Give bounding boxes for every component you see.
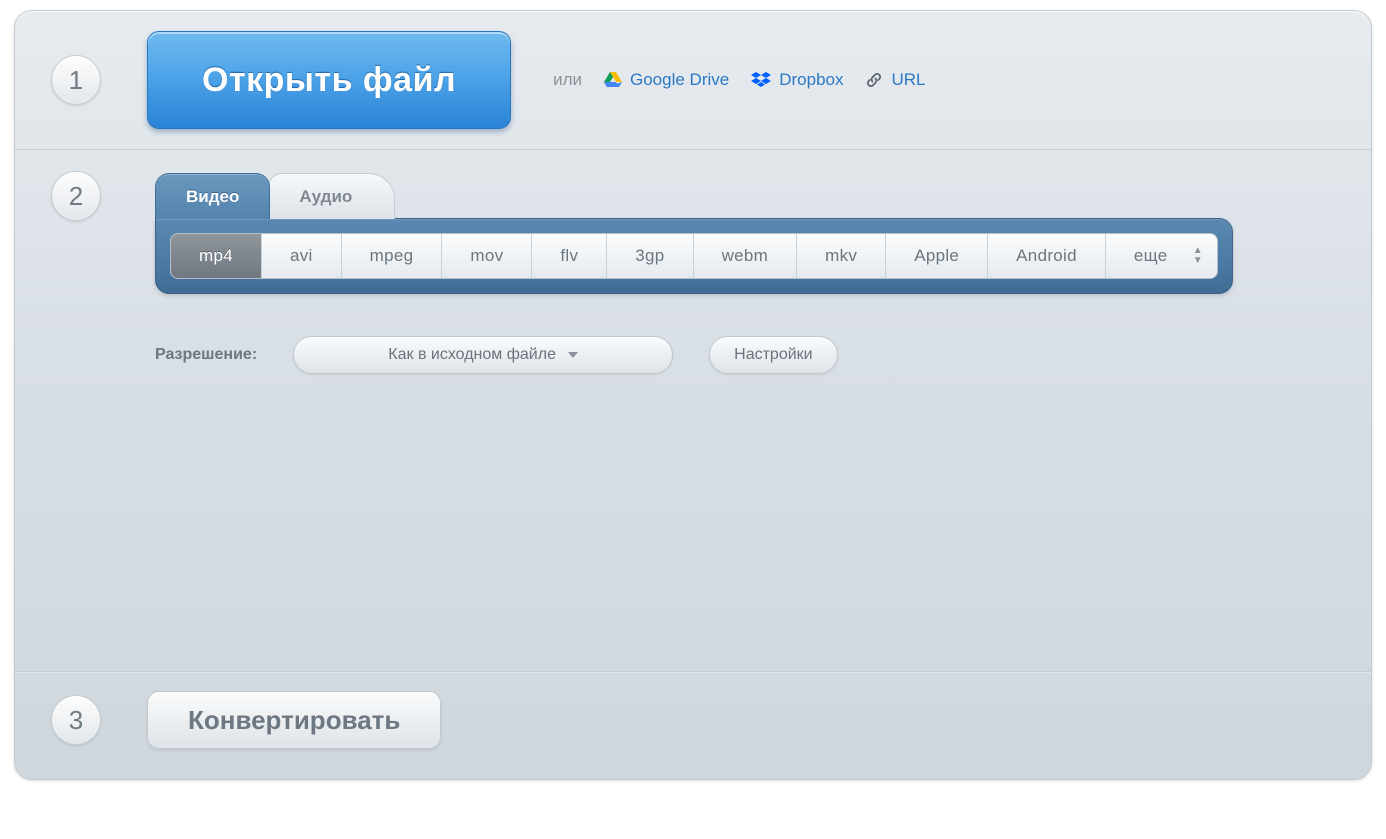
chevron-down-icon	[568, 352, 578, 358]
convert-button[interactable]: Конвертировать	[147, 691, 441, 749]
format-mkv[interactable]: mkv	[797, 234, 886, 278]
step-1-row: 1 Открыть файл или Google Drive	[15, 11, 1371, 149]
dropbox-link[interactable]: Dropbox	[751, 70, 843, 90]
convert-label: Конвертировать	[188, 705, 400, 736]
settings-label: Настройки	[734, 346, 812, 364]
google-drive-label: Google Drive	[630, 70, 729, 90]
link-icon	[865, 71, 883, 89]
open-file-label: Открыть файл	[202, 61, 456, 100]
format-avi[interactable]: avi	[262, 234, 342, 278]
google-drive-link[interactable]: Google Drive	[604, 70, 729, 90]
format-webm[interactable]: webm	[694, 234, 798, 278]
url-label: URL	[891, 70, 925, 90]
format-mp4[interactable]: mp4	[171, 234, 262, 278]
step-badge-1: 1	[51, 55, 101, 105]
resolution-label: Разрешение:	[155, 346, 257, 364]
format-mov[interactable]: mov	[442, 234, 532, 278]
media-tabs: Видео Аудио	[155, 169, 1343, 219]
step-badge-3: 3	[51, 695, 101, 745]
tab-video[interactable]: Видео	[155, 173, 270, 219]
format-mpeg[interactable]: mpeg	[342, 234, 443, 278]
google-drive-icon	[604, 72, 622, 88]
format-more[interactable]: еще ▲▼	[1106, 234, 1217, 278]
alt-sources: или Google Drive	[553, 70, 925, 90]
format-3gp[interactable]: 3gp	[607, 234, 693, 278]
format-apple[interactable]: Apple	[886, 234, 988, 278]
converter-panel: 1 Открыть файл или Google Drive	[14, 10, 1372, 780]
format-bar: mp4 avi mpeg mov flv 3gp webm mkv Apple …	[170, 233, 1218, 279]
format-more-label: еще	[1134, 246, 1168, 266]
options-row: Разрешение: Как в исходном файле Настрой…	[155, 336, 1343, 374]
format-android[interactable]: Android	[988, 234, 1106, 278]
dropbox-label: Dropbox	[779, 70, 843, 90]
step-3-row: 3 Конвертировать	[15, 673, 1371, 779]
format-flv[interactable]: flv	[532, 234, 607, 278]
tab-audio-label: Аудио	[299, 187, 352, 207]
open-file-button[interactable]: Открыть файл	[147, 31, 511, 129]
step-2-row: 2 Видео Аудио mp4 avi mpeg mov	[15, 151, 1371, 671]
settings-button[interactable]: Настройки	[709, 336, 837, 374]
resolution-value: Как в исходном файле	[388, 346, 556, 364]
dropbox-icon	[751, 72, 771, 88]
or-label: или	[553, 70, 582, 90]
tab-video-label: Видео	[186, 187, 239, 207]
tab-audio[interactable]: Аудио	[268, 173, 395, 219]
step-badge-2: 2	[51, 171, 101, 221]
sort-arrows-icon: ▲▼	[1193, 247, 1203, 265]
resolution-select[interactable]: Как в исходном файле	[293, 336, 673, 374]
format-bar-container: mp4 avi mpeg mov flv 3gp webm mkv Apple …	[155, 218, 1233, 294]
url-link[interactable]: URL	[865, 70, 925, 90]
